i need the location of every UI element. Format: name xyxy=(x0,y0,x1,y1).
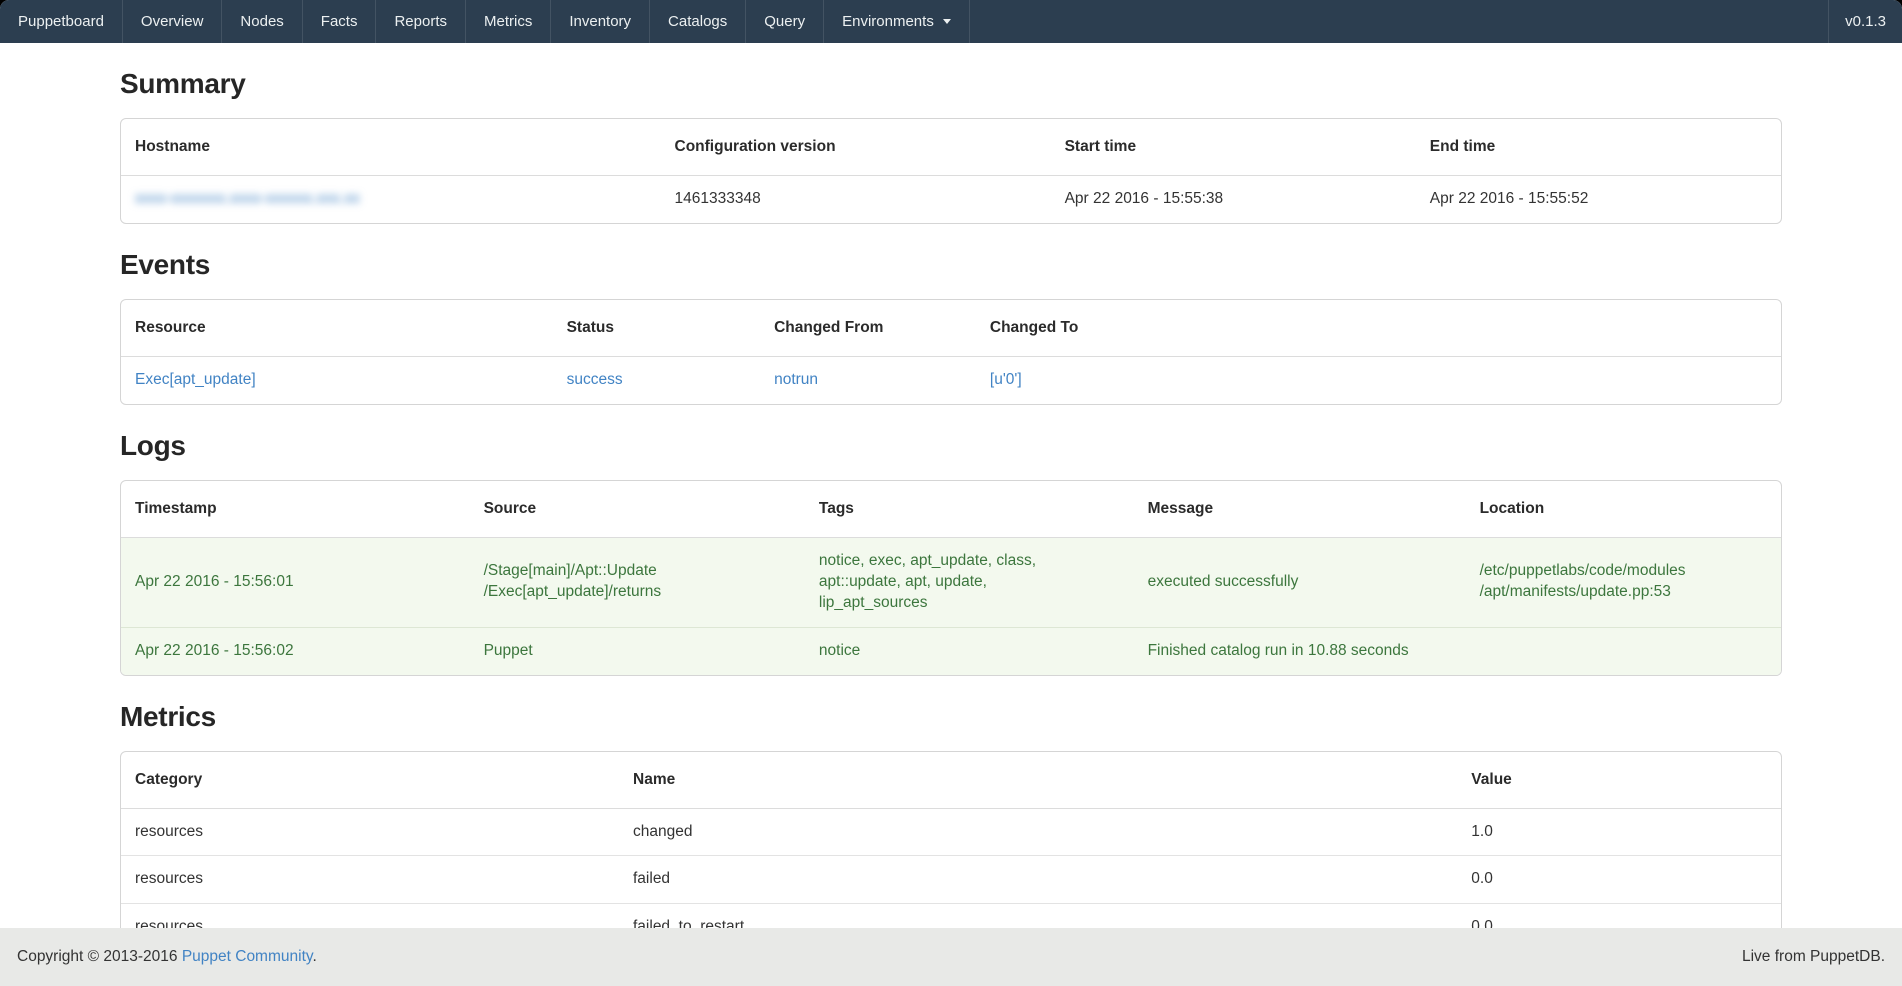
log-row: Apr 22 2016 - 15:56:01 /Stage[main]/Apt:… xyxy=(121,537,1781,627)
log-location: /etc/puppetlabs/code/modules /apt/manife… xyxy=(1466,537,1781,627)
metrics-header-row: Category Name Value xyxy=(121,752,1781,809)
metrics-col-name: Name xyxy=(619,752,1457,809)
log-tags: notice xyxy=(805,627,1134,674)
events-section-title: Events xyxy=(120,249,1782,281)
summary-row: xxxx-xxxxxxx.xxxx-xxxxxx.xxx.xx 14613333… xyxy=(121,176,1781,223)
events-table: Resource Status Changed From Changed To … xyxy=(120,299,1782,405)
logs-table: Timestamp Source Tags Message Location A… xyxy=(120,480,1782,676)
event-resource-link[interactable]: Exec[apt_update] xyxy=(135,371,256,388)
chevron-down-icon xyxy=(943,19,951,24)
log-location xyxy=(1466,627,1781,674)
event-row: Exec[apt_update] success notrun [u'0'] xyxy=(121,356,1781,403)
log-timestamp: Apr 22 2016 - 15:56:02 xyxy=(121,627,470,674)
log-message: Finished catalog run in 10.88 seconds xyxy=(1134,627,1466,674)
logs-col-tags: Tags xyxy=(805,481,1134,538)
summary-section-title: Summary xyxy=(120,68,1782,100)
event-changed-to-link[interactable]: [u'0'] xyxy=(990,371,1022,388)
logs-section-title: Logs xyxy=(120,430,1782,462)
logs-col-timestamp: Timestamp xyxy=(121,481,470,538)
hostname-link-redacted[interactable]: xxxx-xxxxxxx.xxxx-xxxxxx.xxx.xx xyxy=(135,190,360,207)
main-content: Summary Hostname Configuration version S… xyxy=(120,68,1782,981)
summary-col-end-time: End time xyxy=(1416,119,1781,176)
metric-category: resources xyxy=(121,808,619,856)
page-footer: Copyright © 2013-2016 Puppet Community. … xyxy=(0,928,1902,986)
events-col-changed-to: Changed To xyxy=(976,300,1781,357)
nav-item-facts[interactable]: Facts xyxy=(303,0,377,43)
footer-live-status: Live from PuppetDB. xyxy=(1742,948,1885,966)
metrics-col-value: Value xyxy=(1457,752,1781,809)
summary-col-config-version: Configuration version xyxy=(661,119,1051,176)
log-timestamp: Apr 22 2016 - 15:56:01 xyxy=(121,537,470,627)
metrics-section-title: Metrics xyxy=(120,701,1782,733)
events-col-status: Status xyxy=(553,300,761,357)
environments-dropdown[interactable]: Environments xyxy=(824,0,970,43)
events-header-row: Resource Status Changed From Changed To xyxy=(121,300,1781,357)
logs-col-location: Location xyxy=(1466,481,1781,538)
logs-header-row: Timestamp Source Tags Message Location xyxy=(121,481,1781,538)
metric-category: resources xyxy=(121,856,619,904)
summary-header-row: Hostname Configuration version Start tim… xyxy=(121,119,1781,176)
metric-name: changed xyxy=(619,808,1457,856)
metrics-col-category: Category xyxy=(121,752,619,809)
metric-value: 1.0 xyxy=(1457,808,1781,856)
nav-item-catalogs[interactable]: Catalogs xyxy=(650,0,746,43)
start-time-value: Apr 22 2016 - 15:55:38 xyxy=(1051,176,1416,223)
events-col-changed-from: Changed From xyxy=(760,300,976,357)
metric-row: resources changed 1.0 xyxy=(121,808,1781,856)
log-tags: notice, exec, apt_update, class, apt::up… xyxy=(805,537,1134,627)
metric-value: 0.0 xyxy=(1457,856,1781,904)
metric-row: resources failed 0.0 xyxy=(121,856,1781,904)
navbar-brand[interactable]: Puppetboard xyxy=(0,0,123,43)
log-source: /Stage[main]/Apt::Update /Exec[apt_updat… xyxy=(470,537,805,627)
events-col-resource: Resource xyxy=(121,300,553,357)
log-message: executed successfully xyxy=(1134,537,1466,627)
nav-item-query[interactable]: Query xyxy=(746,0,824,43)
nav-item-overview[interactable]: Overview xyxy=(123,0,223,43)
puppet-community-link[interactable]: Puppet Community xyxy=(182,948,313,965)
summary-col-hostname: Hostname xyxy=(121,119,661,176)
summary-table: Hostname Configuration version Start tim… xyxy=(120,118,1782,224)
logs-col-source: Source xyxy=(470,481,805,538)
copyright-text: Copyright © 2013-2016 xyxy=(17,948,182,965)
environments-dropdown-label: Environments xyxy=(842,13,934,30)
metric-name: failed xyxy=(619,856,1457,904)
event-status-link[interactable]: success xyxy=(567,371,623,388)
nav-item-nodes[interactable]: Nodes xyxy=(222,0,302,43)
summary-col-start-time: Start time xyxy=(1051,119,1416,176)
copyright-period: . xyxy=(312,948,316,965)
config-version-value: 1461333348 xyxy=(661,176,1051,223)
logs-col-message: Message xyxy=(1134,481,1466,538)
version-badge: v0.1.3 xyxy=(1828,0,1902,43)
nav-item-reports[interactable]: Reports xyxy=(376,0,466,43)
nav-item-inventory[interactable]: Inventory xyxy=(551,0,650,43)
event-changed-from-link[interactable]: notrun xyxy=(774,371,818,388)
end-time-value: Apr 22 2016 - 15:55:52 xyxy=(1416,176,1781,223)
log-source: Puppet xyxy=(470,627,805,674)
log-row: Apr 22 2016 - 15:56:02 Puppet notice Fin… xyxy=(121,627,1781,674)
top-navbar: Puppetboard Overview Nodes Facts Reports… xyxy=(0,0,1902,43)
footer-copyright: Copyright © 2013-2016 Puppet Community. xyxy=(17,948,317,966)
nav-item-metrics[interactable]: Metrics xyxy=(466,0,551,43)
